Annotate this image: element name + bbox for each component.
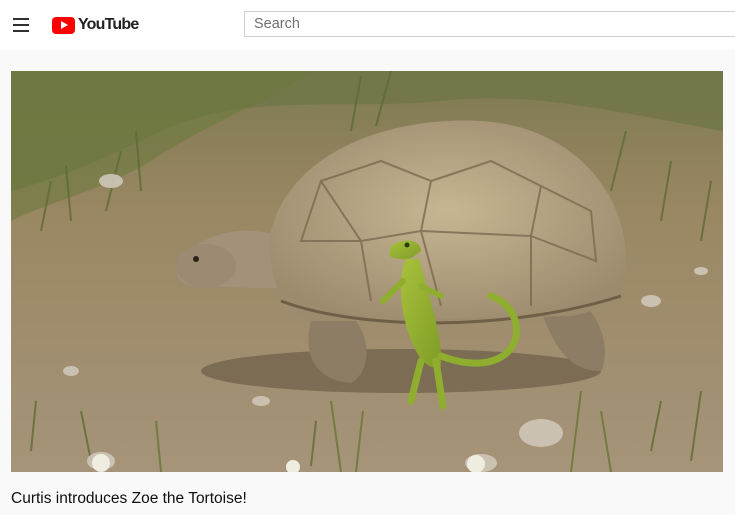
video-title: Curtis introduces Zoe the Tortoise! [11,490,247,507]
search-input[interactable] [244,11,735,37]
video-player[interactable] [11,71,723,472]
logo-text: YouTube [78,16,139,33]
video-frame [11,71,723,472]
youtube-logo[interactable]: YouTube [52,15,139,35]
youtube-play-icon [52,16,75,34]
top-bar: YouTube [0,0,735,50]
hamburger-menu-icon[interactable] [11,15,31,35]
